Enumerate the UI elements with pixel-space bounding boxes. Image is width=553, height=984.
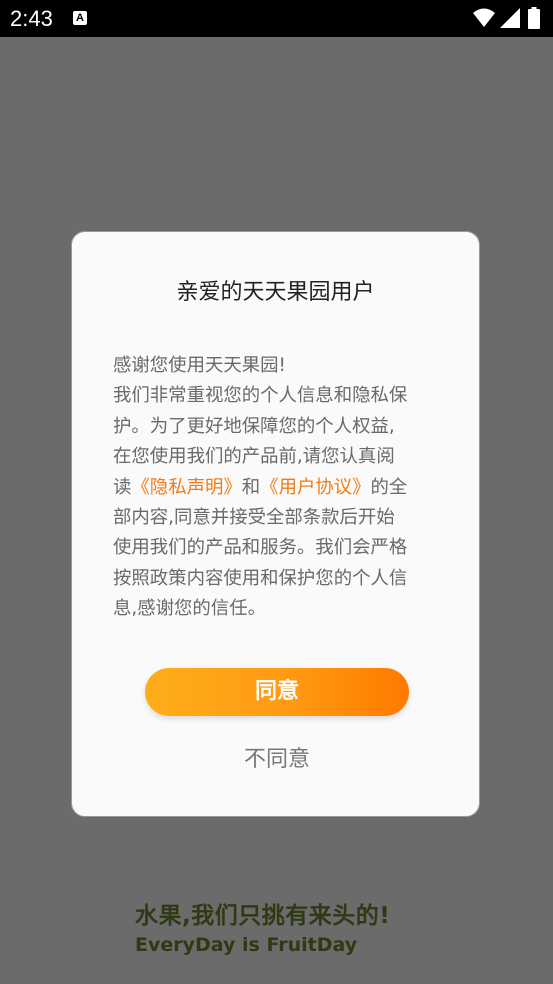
body-line: 部内容,同意并接受全部条款后开始 xyxy=(113,507,395,529)
dialog-title: 亲爱的天天果园用户 xyxy=(176,280,375,305)
body-line: 我们非常重视您的个人信息和隐私保 xyxy=(113,385,408,407)
status-bar: 2:43 A xyxy=(0,0,553,37)
body-line-links: 读《隐私声明》和《用户协议》的全 xyxy=(113,473,443,503)
a-badge-icon: A xyxy=(73,11,87,25)
privacy-dialog: 亲爱的天天果园用户 感谢您使用天天果园! 我们非常重视您的个人信息和隐私保 护。… xyxy=(71,231,480,817)
privacy-statement-link[interactable]: 《隐私声明》 xyxy=(131,477,241,498)
battery-icon xyxy=(528,7,540,29)
body-line: 使用我们的产品和服务。我们会严格 xyxy=(113,537,408,559)
dialog-body: 感谢您使用天天果园! 我们非常重视您的个人信息和隐私保 护。为了更好地保障您的个… xyxy=(113,351,443,625)
body-text: 的全 xyxy=(370,476,408,498)
slogan-chinese: 水果,我们只挑有来头的! xyxy=(135,903,391,929)
body-line: 护。为了更好地保障您的个人权益, xyxy=(113,415,395,437)
user-agreement-link[interactable]: 《用户协议》 xyxy=(260,477,370,498)
body-line: 按照政策内容使用和保护您的个人信 xyxy=(113,567,408,589)
agree-button[interactable]: 同意 xyxy=(145,668,409,716)
body-line: 在您使用我们的产品前,请您认真阅 xyxy=(113,446,395,468)
body-text: 和 xyxy=(241,476,261,498)
wifi-icon xyxy=(473,8,495,27)
body-line: 息,感谢您的信任。 xyxy=(113,598,266,620)
body-line: 感谢您使用天天果园! xyxy=(113,355,286,376)
body-text: 读 xyxy=(113,476,132,498)
status-time: 2:43 xyxy=(10,6,53,31)
disagree-button[interactable]: 不同意 xyxy=(192,742,362,778)
cell-signal-icon xyxy=(500,8,520,28)
slogan-english: EveryDay is FruitDay xyxy=(135,934,358,956)
